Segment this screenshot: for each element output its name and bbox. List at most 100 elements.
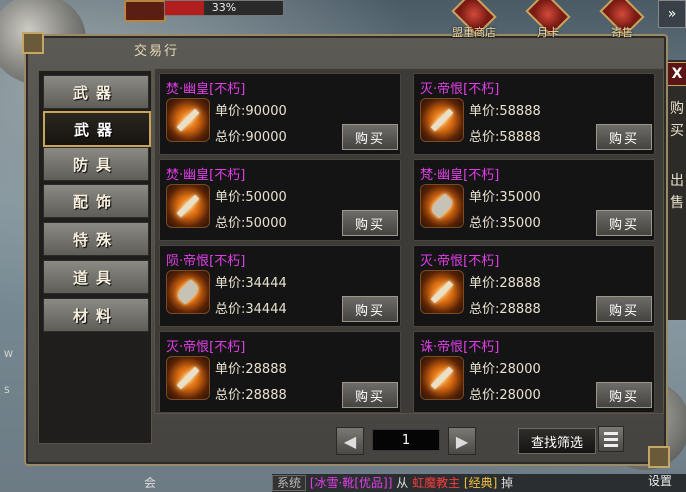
chat-grade: [经典] (463, 476, 498, 490)
chat-channel[interactable]: 会 (144, 474, 156, 491)
unit-price: 28888 (245, 362, 287, 377)
shop-button[interactable]: 盟重商店 (448, 0, 500, 40)
listing-card: 灭·帝恨[不朽] 单价:58888 总价:58888 购买 (413, 73, 655, 155)
unit-price-label: 单价: (469, 190, 500, 205)
system-chat-line: 系统 [冰雪·靴[优品]] 从 虹魔教主 [经典] 掉 (272, 474, 686, 492)
total-price-label: 总价: (215, 388, 246, 403)
sword-icon[interactable] (166, 98, 210, 142)
buy-button[interactable]: 购买 (596, 124, 652, 150)
chevron-right-icon: ▶ (455, 431, 469, 451)
consign-label: 寄售 (611, 26, 633, 39)
item-name[interactable]: 灭·帝恨[不朽] (420, 250, 499, 269)
unit-price: 28888 (499, 276, 541, 291)
shop-label: 盟重商店 (452, 26, 496, 39)
side-tab-sell-1[interactable]: 出 (670, 170, 684, 190)
unit-price-label: 单价: (215, 362, 246, 377)
buy-button[interactable]: 购买 (596, 296, 652, 322)
window-title: 交易行 (134, 44, 180, 59)
window-corner (22, 32, 44, 54)
item-name[interactable]: 陨·帝恨[不朽] (166, 250, 245, 269)
listing-card: 灭·帝恨[不朽] 单价:28888 总价:28888 购买 (413, 245, 655, 327)
listing-card: 陨·帝恨[不朽] 单价:34444 总价:34444 购买 (159, 245, 401, 327)
total-price: 50000 (245, 216, 287, 231)
total-price: 58888 (499, 130, 541, 145)
buy-button[interactable]: 购买 (596, 382, 652, 408)
list-view-icon[interactable] (598, 426, 624, 452)
unit-price: 58888 (499, 104, 541, 119)
chat-text-end: 掉 (501, 476, 514, 490)
item-name[interactable]: 灭·帝恨[不朽] (166, 336, 245, 355)
side-tab-buy-1[interactable]: 购 (670, 98, 684, 118)
buy-button[interactable]: 购买 (342, 296, 398, 322)
unit-price-label: 单价: (215, 104, 246, 119)
listing-card: 焚·幽皇[不朽] 单价:50000 总价:50000 购买 (159, 159, 401, 241)
item-name[interactable]: 焚·幽皇[不朽] (166, 164, 245, 183)
unit-price: 90000 (245, 104, 287, 119)
buy-button[interactable]: 购买 (342, 210, 398, 236)
item-name[interactable]: 梵·幽皇[不朽] (420, 164, 499, 183)
total-price: 34444 (245, 302, 287, 317)
settings-button[interactable]: 设置 (648, 472, 672, 489)
prev-page-button[interactable]: ◀ (336, 427, 364, 455)
unit-price-label: 单价: (469, 104, 500, 119)
side-tab-buy-2[interactable]: 买 (670, 120, 684, 140)
unit-price: 50000 (245, 190, 287, 205)
chat-item-link[interactable]: [冰雪·靴[优品]] (310, 476, 393, 490)
hp-bar: 33% (164, 0, 284, 16)
filter-button[interactable]: 查找筛选 (518, 428, 596, 454)
subcategory-weapon[interactable]: 武器 (43, 111, 151, 147)
chat-system-tag: 系统 (272, 475, 307, 491)
category-menu: 武器 武器 防具 配饰 特殊 道具 材料 (38, 70, 152, 444)
unit-price-label: 单价: (469, 362, 500, 377)
side-close-icon[interactable]: X (666, 62, 686, 86)
unit-price-label: 单价: (215, 276, 246, 291)
listing-card: 梵·幽皇[不朽] 单价:35000 总价:35000 购买 (413, 159, 655, 241)
blade-icon[interactable] (420, 270, 464, 314)
category-material[interactable]: 材料 (43, 298, 149, 332)
total-price: 28888 (245, 388, 287, 403)
category-accessory[interactable]: 配饰 (43, 184, 149, 218)
collapse-hud-button[interactable]: » (658, 0, 686, 28)
minimap-w: W (4, 350, 13, 360)
item-name[interactable]: 诛·帝恨[不朽] (420, 336, 499, 355)
hp-percent: 33% (211, 1, 237, 14)
side-tab-sell-2[interactable]: 售 (670, 192, 684, 212)
next-page-button[interactable]: ▶ (448, 427, 476, 455)
unit-price: 34444 (245, 276, 287, 291)
sword-icon[interactable] (166, 184, 210, 228)
unit-price-label: 单价: (469, 276, 500, 291)
total-price-label: 总价: (215, 216, 246, 231)
category-item[interactable]: 道具 (43, 260, 149, 294)
total-price-label: 总价: (469, 216, 500, 231)
chat-boss-name: 虹魔教主 (412, 476, 461, 490)
total-price: 28888 (499, 302, 541, 317)
item-name[interactable]: 灭·帝恨[不朽] (420, 78, 499, 97)
total-price-label: 总价: (469, 388, 500, 403)
page-number-input[interactable]: 1 (372, 429, 440, 451)
monthly-card-label: 月卡 (537, 26, 559, 39)
item-name[interactable]: 焚·幽皇[不朽] (166, 78, 245, 97)
chat-text: 从 (396, 476, 409, 490)
buy-button[interactable]: 购买 (596, 210, 652, 236)
category-special[interactable]: 特殊 (43, 222, 149, 256)
player-avatar[interactable] (124, 0, 166, 22)
chevron-left-icon: ◀ (343, 431, 357, 451)
blade-icon[interactable] (166, 356, 210, 400)
category-armor[interactable]: 防具 (43, 147, 149, 181)
listing-card: 焚·幽皇[不朽] 单价:90000 总价:90000 购买 (159, 73, 401, 155)
total-price-label: 总价: (215, 302, 246, 317)
blade-icon[interactable] (420, 98, 464, 142)
category-weapon[interactable]: 武器 (43, 75, 149, 109)
total-price-label: 总价: (469, 130, 500, 145)
listing-card: 灭·帝恨[不朽] 单价:28888 总价:28888 购买 (159, 331, 401, 413)
total-price-label: 总价: (469, 302, 500, 317)
buy-button[interactable]: 购买 (342, 382, 398, 408)
axe-icon[interactable] (166, 270, 210, 314)
trading-house-window: 交易行 武器 武器 防具 配饰 特殊 道具 材料 焚·幽皇[不朽] 单价:900… (22, 32, 670, 468)
listing-card: 诛·帝恨[不朽] 单价:28000 总价:28000 购买 (413, 331, 655, 413)
buy-button[interactable]: 购买 (342, 124, 398, 150)
window-corner (648, 446, 670, 468)
total-price: 35000 (499, 216, 541, 231)
axe-icon[interactable] (420, 184, 464, 228)
sword-icon[interactable] (420, 356, 464, 400)
